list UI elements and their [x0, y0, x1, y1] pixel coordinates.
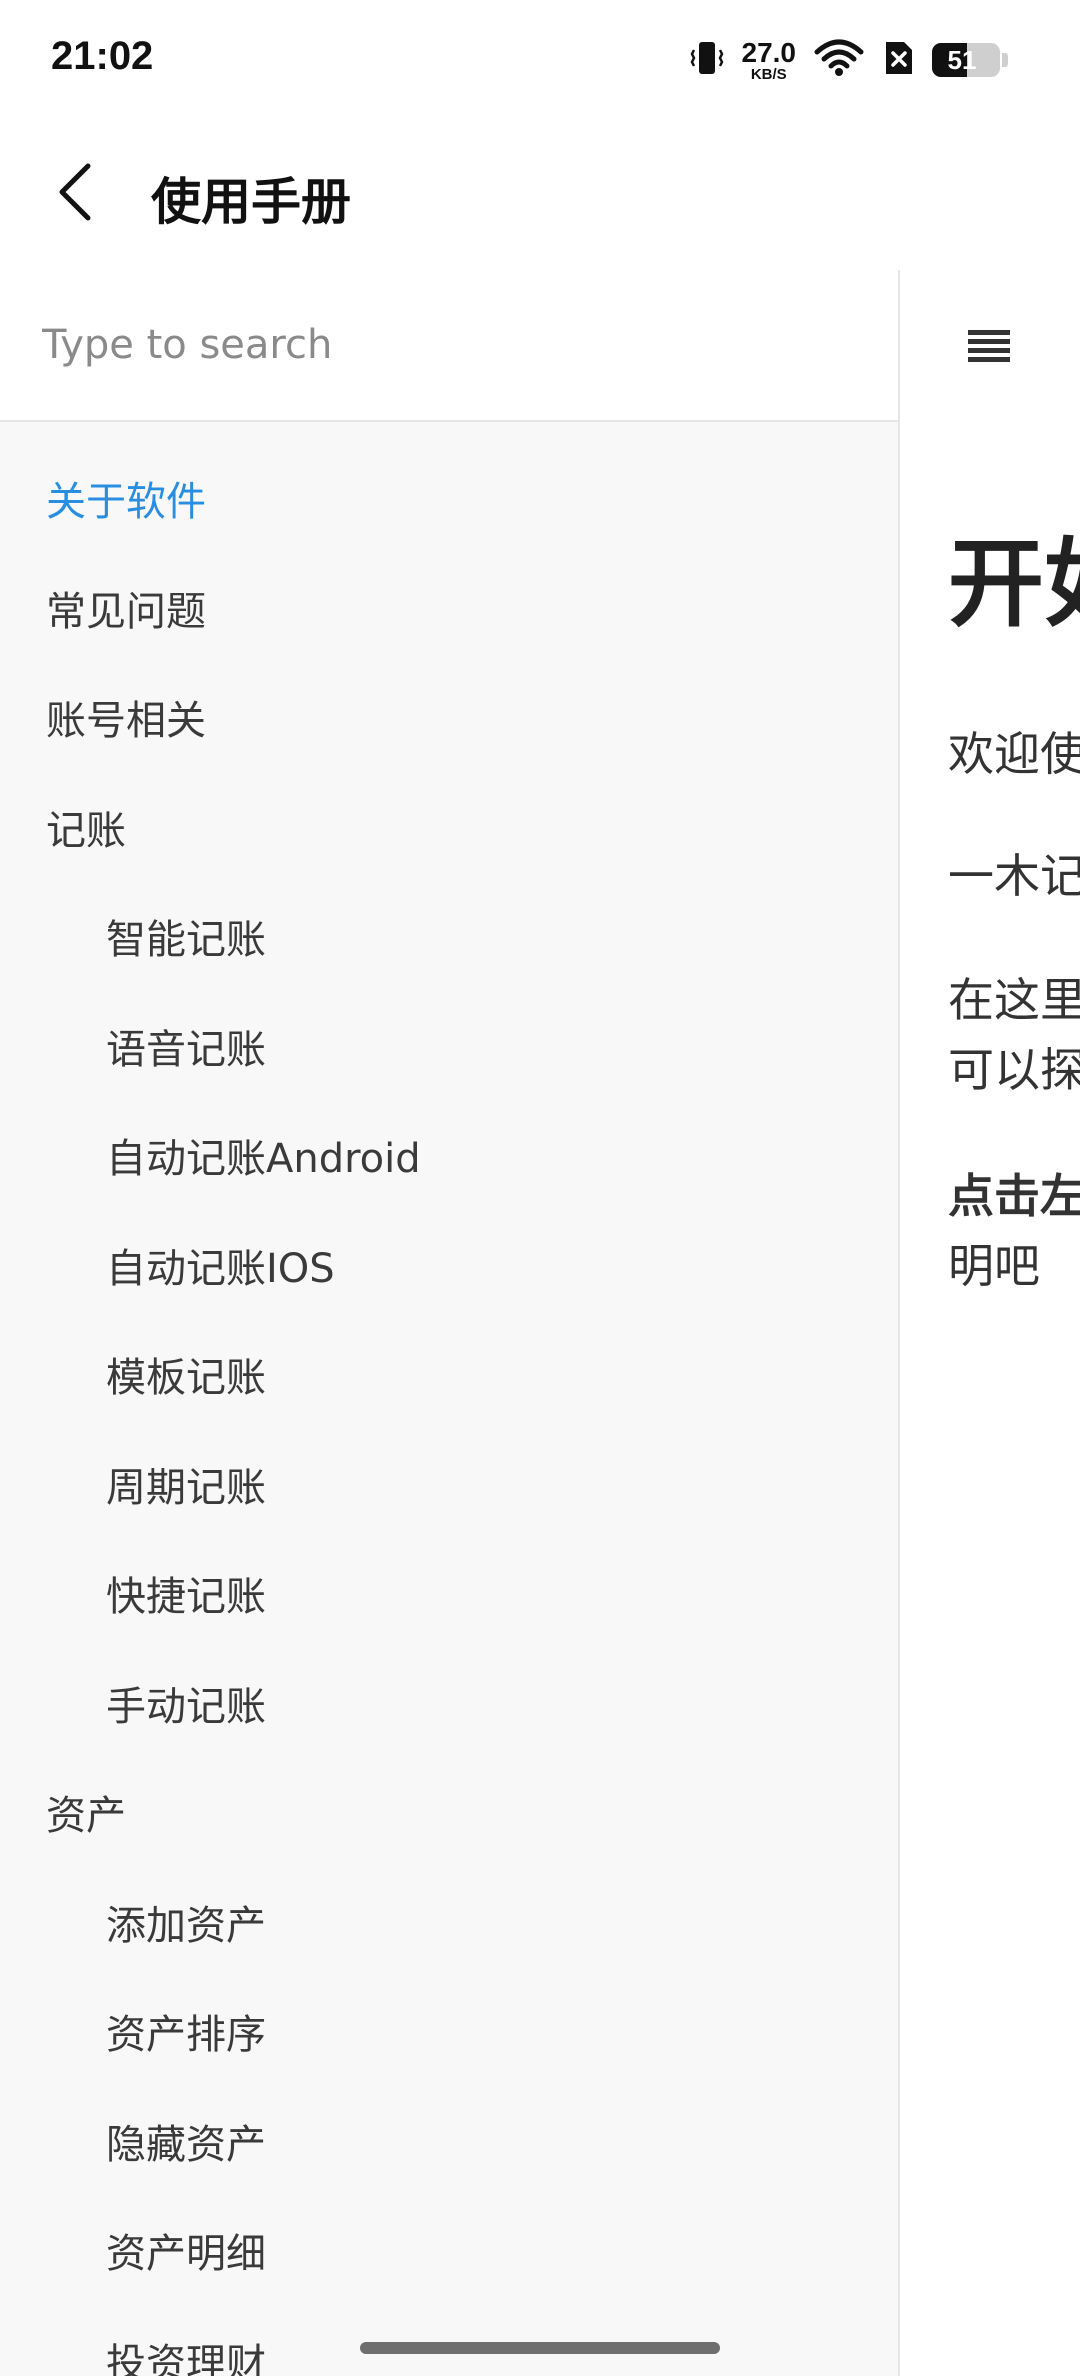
sidebar-item[interactable]: 资产排序 [106, 2005, 266, 2065]
sidebar-item[interactable]: 资产 [46, 1786, 126, 1846]
sidebar-item[interactable]: 账号相关 [46, 691, 206, 751]
battery-level: 51 [947, 44, 977, 75]
content-paragraph: 一木记 [948, 849, 1080, 903]
search-input[interactable] [42, 315, 862, 375]
net-speed-unit: KB/S [750, 65, 787, 83]
sidebar-item[interactable]: 模板记账 [106, 1348, 266, 1408]
content-paragraph: 欢迎使 [948, 727, 1080, 781]
net-speed-value: 27.0 [741, 36, 797, 68]
sidebar-item[interactable]: 自动记账IOS [106, 1239, 335, 1299]
app-bar: 使用手册 [0, 118, 1080, 270]
wifi-icon [814, 38, 864, 82]
sidebar-item[interactable]: 手动记账 [106, 1677, 266, 1737]
sidebar-item[interactable]: 智能记账 [106, 910, 266, 970]
status-icons: 27.0 KB/S 51 [690, 36, 1008, 84]
sidebar-item[interactable]: 快捷记账 [106, 1567, 266, 1627]
sidebar-item[interactable]: 记账 [46, 801, 126, 861]
sidebar-item[interactable]: 自动记账Android [106, 1129, 421, 1189]
sidebar-item[interactable]: 常见问题 [46, 582, 206, 642]
battery-tip [1002, 53, 1008, 67]
content-pane: 开如 欢迎使一木记在这里可以探点击左明吧 [900, 270, 1080, 2376]
sidebar-item[interactable]: 资产明细 [106, 2224, 266, 2284]
back-button[interactable] [40, 156, 112, 228]
content-paragraph: 可以探 [948, 1043, 1080, 1097]
screen: 21:02 27.0 KB/S 51 使用手册 Type to search 关… [0, 0, 1080, 2376]
status-time: 21:02 [51, 34, 154, 78]
sim-x-icon [882, 38, 914, 82]
content-paragraph: 在这里 [948, 973, 1080, 1027]
search-bar [0, 270, 898, 422]
back-arrow-icon [59, 163, 91, 221]
content-paragraph: 明吧 [948, 1239, 1040, 1293]
sidebar-item[interactable]: 添加资产 [106, 1896, 266, 1956]
status-bar: 21:02 27.0 KB/S 51 [0, 0, 1080, 118]
hamburger-menu-icon [968, 330, 1010, 362]
net-speed: 27.0 KB/S [741, 36, 797, 83]
content-title: 开如 [948, 528, 1080, 640]
sidebar-item[interactable]: 关于软件 [46, 472, 206, 532]
page-title: 使用手册 [151, 173, 351, 231]
home-indicator[interactable] [360, 2342, 720, 2354]
sidebar-item[interactable]: 语音记账 [106, 1020, 266, 1080]
content-paragraph: 点击左 [948, 1169, 1080, 1223]
sidebar-item[interactable]: 隐藏资产 [106, 2115, 266, 2175]
menu-button[interactable] [966, 326, 1012, 366]
sidebar-item[interactable]: 周期记账 [106, 1458, 266, 1518]
battery-icon: 51 [932, 43, 1000, 77]
vibrate-icon [690, 38, 724, 82]
sidebar-item[interactable]: 投资理财 [106, 2334, 266, 2376]
